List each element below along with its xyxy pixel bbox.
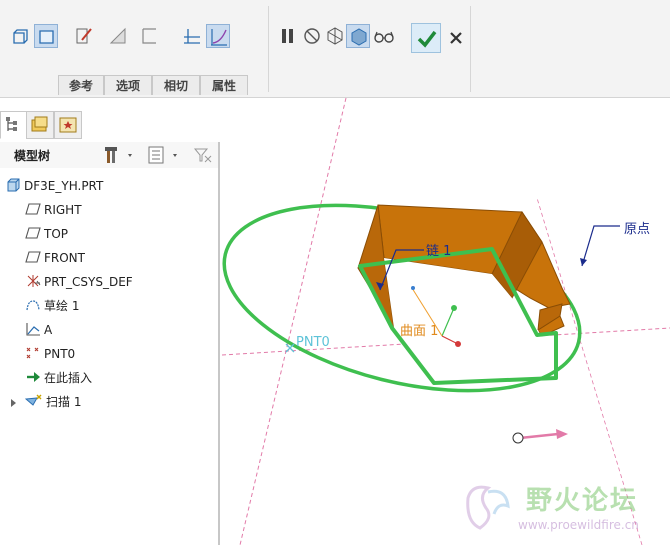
tab-properties[interactable]: 属性 xyxy=(200,75,248,95)
datum-plane-line xyxy=(239,97,347,546)
tree-item-label: PNT0 xyxy=(44,347,76,361)
tree-item-sweep[interactable]: 扫描 1 xyxy=(25,392,81,412)
navigator-tabs xyxy=(0,108,220,143)
no-preview-icon xyxy=(304,28,320,44)
thicken-icon xyxy=(142,28,156,44)
model-tree-title: 模型树 xyxy=(14,149,51,163)
settings-button[interactable] xyxy=(103,145,135,165)
close-icon xyxy=(450,32,462,44)
sweep-icon xyxy=(25,394,43,408)
tree-item-label: TOP xyxy=(44,227,69,241)
hammer-icon xyxy=(105,147,132,163)
start-point-handle xyxy=(512,432,524,444)
tree-item-axis[interactable]: A xyxy=(25,320,52,340)
tree-item-label: 在此插入 xyxy=(44,371,93,385)
variable-section-icon xyxy=(211,29,227,46)
expand-toggle[interactable] xyxy=(10,397,18,407)
panel-divider[interactable] xyxy=(218,142,220,545)
constant-section-icon xyxy=(184,29,200,44)
model-tree: DF3E_YH.PRT RIGHT TOP FRONT PRT_CSYS_DEF… xyxy=(0,168,218,545)
tree-item-csys[interactable]: PRT_CSYS_DEF xyxy=(25,272,133,292)
model-tree-icon xyxy=(6,117,17,131)
surface-label[interactable]: 曲面 1 xyxy=(400,320,438,339)
tree-item-label: 扫描 1 xyxy=(46,395,82,409)
pencil-icon xyxy=(76,28,92,44)
flame-logo-icon xyxy=(466,485,510,530)
ribbon-separator xyxy=(470,6,471,92)
solid-sweep-tool[interactable] xyxy=(8,24,32,48)
tree-item-label: A xyxy=(44,323,53,337)
sweep-solid xyxy=(357,204,571,385)
tab-model-tree[interactable] xyxy=(0,111,28,139)
surface-sweep-tool[interactable] xyxy=(34,24,58,48)
tab-folder-browser[interactable] xyxy=(26,111,54,139)
origin-label[interactable]: 原点 xyxy=(624,218,650,237)
watermark-logo: 野火论坛 www.proewildfire.cn xyxy=(458,478,670,538)
surface-icon xyxy=(39,30,54,44)
datum-plane-icon xyxy=(25,202,41,216)
attached-preview-button[interactable] xyxy=(346,24,370,48)
ribbon-toolbar: 参考 选项 相切 属性 xyxy=(0,0,670,98)
datum-point-icon xyxy=(25,346,41,360)
tree-item-insert-here[interactable]: 在此插入 xyxy=(25,368,92,388)
datum-plane-icon xyxy=(25,226,41,240)
point-label[interactable]: PNT0 xyxy=(296,335,330,350)
variable-section-tool[interactable] xyxy=(206,24,230,48)
tab-tangency[interactable]: 相切 xyxy=(152,75,200,95)
list-icon xyxy=(148,146,177,164)
tree-item-label: RIGHT xyxy=(44,203,82,217)
cancel-button[interactable] xyxy=(441,23,471,53)
datum-axis-icon xyxy=(25,322,41,336)
graphics-window[interactable]: 链 1 原点 曲面 1 PNT0 野火论坛 www.proewildfire.c… xyxy=(221,97,670,546)
part-icon xyxy=(5,178,21,192)
watermark-url: www.proewildfire.cn xyxy=(518,518,639,532)
geometry-preview-icon xyxy=(327,27,343,45)
tree-item-part[interactable]: DF3E_YH.PRT xyxy=(5,176,103,196)
tree-item-front[interactable]: FRONT xyxy=(25,248,85,268)
tree-item-label: 草绘 1 xyxy=(44,299,80,313)
filter-icon xyxy=(193,148,212,163)
remove-material-icon xyxy=(109,27,126,44)
tree-item-point[interactable]: PNT0 xyxy=(25,344,75,364)
tab-options[interactable]: 选项 xyxy=(104,75,152,95)
geometry-preview-button[interactable] xyxy=(323,24,347,48)
origin-leader xyxy=(581,225,620,267)
show-options-button[interactable] xyxy=(146,145,182,165)
tree-item-label: DF3E_YH.PRT xyxy=(24,179,104,193)
ribbon-separator xyxy=(268,6,269,92)
favorites-icon xyxy=(59,117,77,133)
tab-favorites[interactable] xyxy=(54,111,82,139)
checkmark-icon xyxy=(417,30,437,48)
csys-icon xyxy=(25,274,41,288)
sketch-icon xyxy=(25,298,41,312)
tree-item-label: FRONT xyxy=(44,251,85,265)
folder-icon xyxy=(31,116,48,132)
verify-mode-button[interactable] xyxy=(372,24,396,48)
tree-item-right[interactable]: RIGHT xyxy=(25,200,82,220)
thicken-tool[interactable] xyxy=(138,24,162,48)
chevron-right-icon xyxy=(11,399,16,407)
constant-section-tool[interactable] xyxy=(180,24,204,48)
datum-plane-icon xyxy=(25,250,41,264)
chain-label[interactable]: 链 1 xyxy=(426,240,451,259)
filter-button[interactable] xyxy=(192,145,214,165)
glasses-icon xyxy=(374,31,394,43)
tree-item-top[interactable]: TOP xyxy=(25,224,68,244)
no-preview-button[interactable] xyxy=(300,24,324,48)
tree-item-label: PRT_CSYS_DEF xyxy=(44,275,133,289)
pause-button[interactable] xyxy=(276,24,300,48)
pause-icon xyxy=(282,29,293,43)
start-direction-arrow xyxy=(519,432,559,440)
tree-item-sketch[interactable]: 草绘 1 xyxy=(25,296,79,316)
attached-preview-icon xyxy=(351,28,367,46)
model-tree-header: 模型树 xyxy=(0,142,218,169)
tab-references[interactable]: 参考 xyxy=(58,75,104,95)
apply-button[interactable] xyxy=(411,23,441,53)
sketch-section-tool[interactable] xyxy=(72,24,96,48)
remove-material-tool[interactable] xyxy=(106,24,130,48)
solid-icon xyxy=(13,29,28,44)
watermark-brand: 野火论坛 xyxy=(526,486,639,516)
insert-here-arrow-icon xyxy=(25,370,41,384)
